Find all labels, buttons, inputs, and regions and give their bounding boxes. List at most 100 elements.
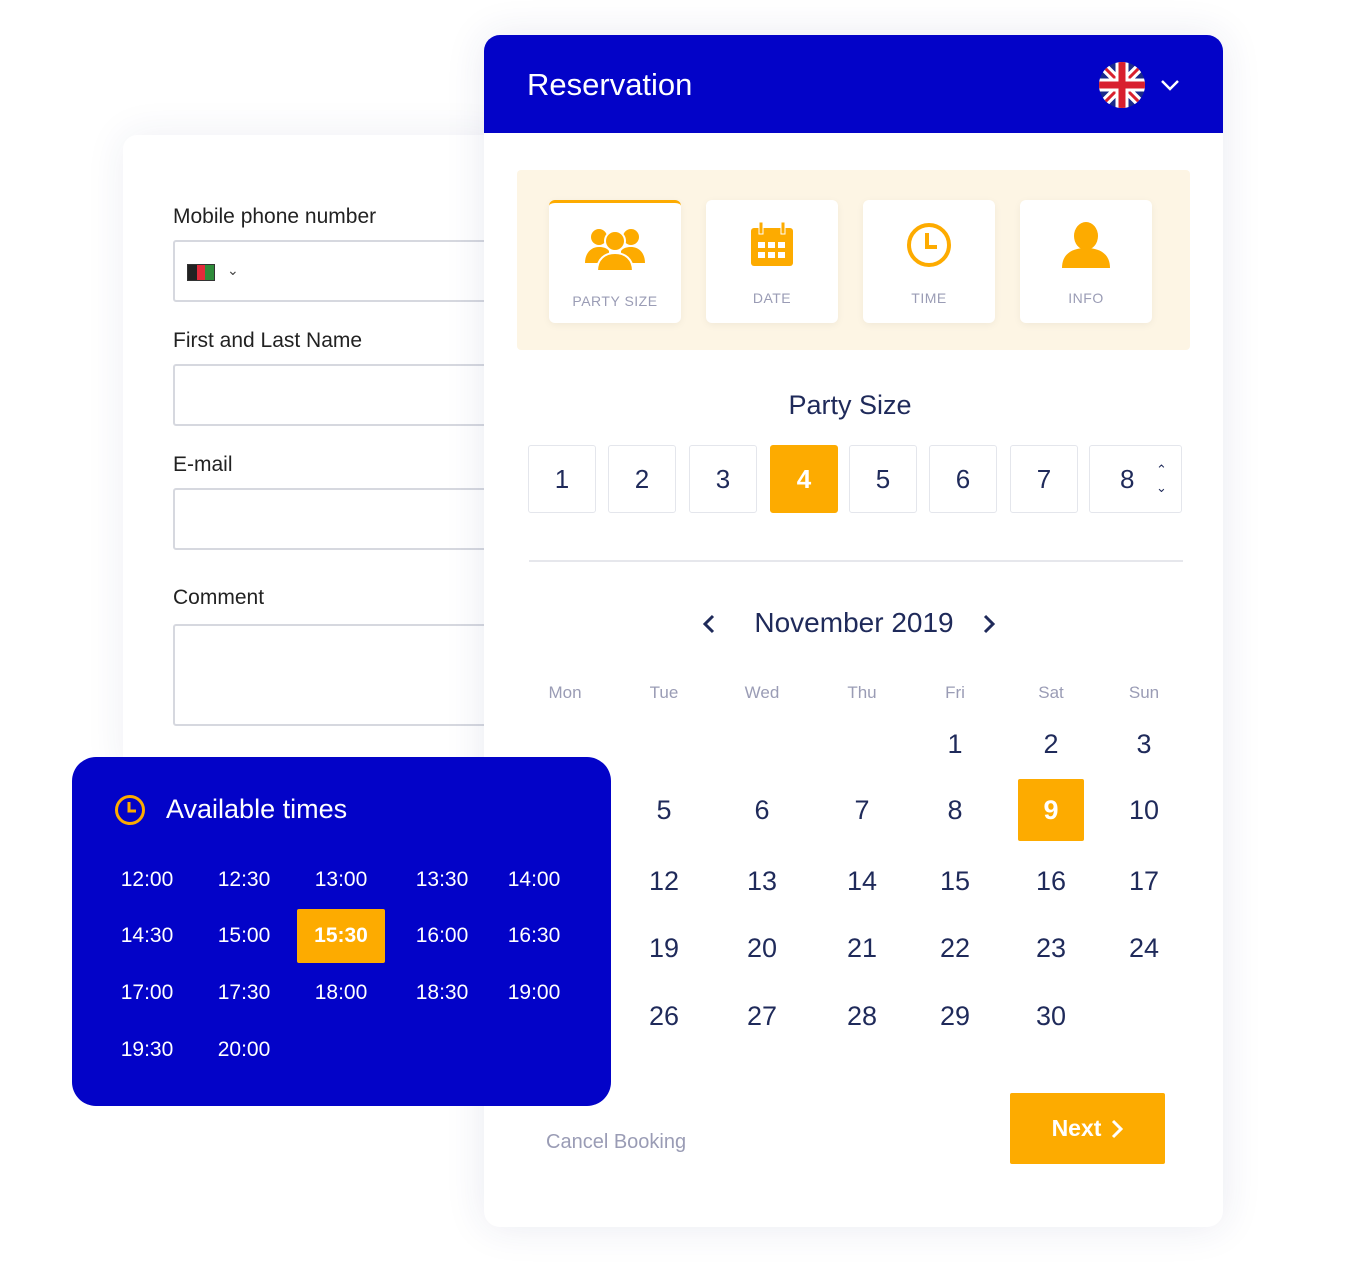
calendar-day[interactable]: 24 xyxy=(1111,917,1177,979)
uk-flag-icon xyxy=(1099,62,1145,108)
stepper-arrows[interactable]: ⌃ ⌄ xyxy=(1156,461,1167,497)
time-slot[interactable]: 13:00 xyxy=(297,853,385,907)
party-size-option[interactable]: 1 xyxy=(528,445,596,513)
party-size-option[interactable]: 2 xyxy=(608,445,676,513)
prev-month-icon[interactable] xyxy=(702,613,716,635)
phone-label: Mobile phone number xyxy=(173,205,377,228)
calendar-day[interactable]: 28 xyxy=(829,985,895,1047)
tab-party-size[interactable]: PARTY SIZE xyxy=(549,200,681,323)
calendar-day[interactable]: 14 xyxy=(829,850,895,912)
times-title: Available times xyxy=(166,794,348,824)
calendar-day[interactable]: 23 xyxy=(1018,917,1084,979)
weekday-label: Fri xyxy=(945,683,965,702)
time-slot[interactable]: 20:00 xyxy=(200,1023,288,1077)
time-slot[interactable]: 15:00 xyxy=(200,909,288,963)
name-label: First and Last Name xyxy=(173,329,363,352)
month-label: November 2019 xyxy=(754,607,954,638)
user-icon xyxy=(1062,222,1110,268)
calendar-day[interactable]: 21 xyxy=(829,917,895,979)
calendar-day[interactable]: 27 xyxy=(729,985,795,1047)
tab-label: TIME xyxy=(911,290,947,306)
party-size-option[interactable]: 5 xyxy=(849,445,917,513)
time-slot[interactable]: 13:30 xyxy=(398,853,486,907)
party-size-option[interactable]: 3 xyxy=(689,445,757,513)
time-slot[interactable]: 14:00 xyxy=(490,853,578,907)
comment-label: Comment xyxy=(173,586,265,609)
calendar-day[interactable]: 26 xyxy=(631,985,697,1047)
time-slot[interactable]: 12:30 xyxy=(200,853,288,907)
chevron-down-icon xyxy=(1161,80,1179,91)
tab-label: PARTY SIZE xyxy=(572,293,658,309)
cancel-booking-link[interactable]: Cancel Booking xyxy=(546,1131,686,1154)
tab-label: INFO xyxy=(1068,290,1104,306)
next-month-icon[interactable] xyxy=(982,613,996,635)
weekday-label: Thu xyxy=(847,683,877,702)
calendar-day[interactable]: 29 xyxy=(922,985,988,1047)
weekday-label: Tue xyxy=(649,683,679,702)
calendar-day[interactable]: 22 xyxy=(922,917,988,979)
phone-input[interactable]: ⌄ xyxy=(173,240,513,302)
calendar-day[interactable]: 1 xyxy=(922,713,988,775)
tab-label: DATE xyxy=(752,290,792,306)
calendar-day[interactable]: 2 xyxy=(1018,713,1084,775)
time-slot[interactable]: 19:30 xyxy=(103,1023,191,1077)
weekday-label: Mon xyxy=(548,683,582,702)
party-size-option[interactable]: 7 xyxy=(1010,445,1078,513)
time-slot[interactable]: 12:00 xyxy=(103,853,191,907)
language-selector[interactable] xyxy=(1098,61,1188,109)
page-title: Reservation xyxy=(527,67,693,102)
time-slot[interactable]: 15:30 xyxy=(297,909,385,963)
time-slot[interactable]: 16:30 xyxy=(490,909,578,963)
calendar-icon xyxy=(751,221,793,266)
calendar-day[interactable]: 9 xyxy=(1018,779,1084,841)
party-size-option[interactable]: 4 xyxy=(770,445,838,513)
divider xyxy=(529,560,1183,562)
time-slot[interactable]: 18:30 xyxy=(398,966,486,1020)
party-size-option[interactable]: 8 xyxy=(1089,445,1182,513)
time-slot[interactable]: 19:00 xyxy=(490,966,578,1020)
calendar-day[interactable]: 20 xyxy=(729,917,795,979)
time-slot[interactable]: 18:00 xyxy=(297,966,385,1020)
weekday-label: Sat xyxy=(1038,683,1064,702)
available-times-panel: Available times 12:00 12:30 13:00 13:30 14:0… xyxy=(72,757,611,1106)
clock-icon xyxy=(115,795,145,825)
email-input[interactable] xyxy=(173,488,513,550)
party-size-title: Party Size xyxy=(788,390,912,420)
email-label: E-mail xyxy=(173,453,233,476)
weekday-label: Wed xyxy=(744,683,780,702)
calendar-day[interactable]: 16 xyxy=(1018,850,1084,912)
calendar-day[interactable]: 13 xyxy=(729,850,795,912)
calendar-day[interactable]: 10 xyxy=(1111,779,1177,841)
tab-time[interactable]: TIME xyxy=(863,200,995,323)
time-slot[interactable]: 14:30 xyxy=(103,909,191,963)
time-slot[interactable]: 17:00 xyxy=(103,966,191,1020)
tab-info[interactable]: INFO xyxy=(1020,200,1152,323)
contact-form: Mobile phone number ⌄ First and Last Nam… xyxy=(123,135,513,775)
next-button[interactable]: Next xyxy=(1010,1093,1165,1164)
next-label: Next xyxy=(1051,1115,1102,1141)
calendar-day[interactable]: 5 xyxy=(631,779,697,841)
weekday-label: Sun xyxy=(1128,683,1160,702)
header: Reservation xyxy=(484,35,1223,133)
calendar-day[interactable]: 8 xyxy=(922,779,988,841)
chevron-right-icon xyxy=(1112,1119,1124,1138)
step-tabs: PARTY SIZE DATE TIME INFO xyxy=(517,170,1190,350)
calendar-day[interactable]: 15 xyxy=(922,850,988,912)
chevron-down-icon[interactable]: ⌄ xyxy=(227,262,239,279)
calendar-day[interactable]: 6 xyxy=(729,779,795,841)
calendar-day[interactable]: 30 xyxy=(1018,985,1084,1047)
party-size-option[interactable]: 6 xyxy=(929,445,997,513)
calendar-day[interactable]: 12 xyxy=(631,850,697,912)
people-icon xyxy=(585,229,645,272)
comment-input[interactable] xyxy=(173,624,513,726)
clock-icon xyxy=(907,223,951,267)
time-slot[interactable]: 16:00 xyxy=(398,909,486,963)
tab-date[interactable]: DATE xyxy=(706,200,838,323)
calendar-day[interactable]: 3 xyxy=(1111,713,1177,775)
calendar-day[interactable]: 19 xyxy=(631,917,697,979)
calendar-day[interactable]: 17 xyxy=(1111,850,1177,912)
time-slot[interactable]: 17:30 xyxy=(200,966,288,1020)
country-flag-icon[interactable] xyxy=(187,264,215,281)
calendar-day[interactable]: 7 xyxy=(829,779,895,841)
name-input[interactable] xyxy=(173,364,513,426)
